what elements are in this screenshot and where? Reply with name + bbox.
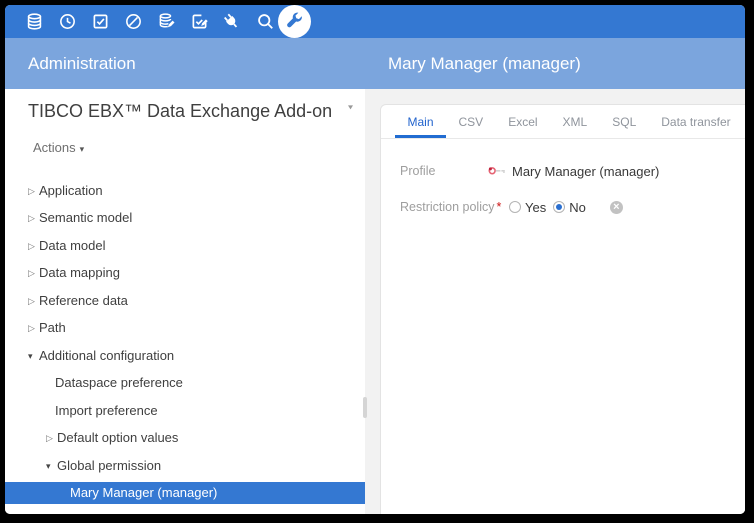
- tree-item-mary-manager-manager[interactable]: Mary Manager (manager): [5, 482, 365, 504]
- top-toolbar: [5, 5, 745, 38]
- wrench-button[interactable]: [278, 5, 311, 38]
- caret-collapsed-icon[interactable]: ▷: [46, 427, 57, 449]
- key-icon: [487, 164, 507, 178]
- tree-item-label: Dataspace preference: [55, 375, 183, 390]
- clear-selection-button[interactable]: ×: [610, 201, 623, 214]
- content-region: MainCSVExcelXMLSQLData transfer Profile …: [380, 89, 745, 514]
- actions-caret-icon: ▾: [80, 144, 85, 154]
- radio-yes-label[interactable]: Yes: [525, 200, 546, 215]
- tab-main[interactable]: Main: [395, 105, 446, 138]
- tree-item-label: Data model: [39, 238, 105, 253]
- tree-item-label: Application: [39, 183, 103, 198]
- tree-item-additional-configuration[interactable]: ▾Additional configuration: [5, 345, 365, 367]
- tab-sql[interactable]: SQL: [600, 105, 649, 138]
- task-check-icon[interactable]: [89, 5, 111, 38]
- tab-excel[interactable]: Excel: [496, 105, 550, 138]
- radio-yes[interactable]: [509, 201, 521, 213]
- tree-item-global-permission[interactable]: ▾Global permission: [5, 455, 365, 477]
- caret-expanded-icon[interactable]: ▾: [46, 455, 57, 477]
- tree-item-label: Additional configuration: [39, 348, 174, 363]
- restriction-policy-label: Restriction policy*: [400, 200, 509, 214]
- content-card: MainCSVExcelXMLSQLData transfer Profile …: [380, 104, 745, 514]
- navigation-tree: ▷Application▷Semantic model▷Data model▷D…: [5, 180, 365, 510]
- tree-item-dataspace-preference[interactable]: Dataspace preference: [5, 372, 365, 394]
- scrollbar-thumb[interactable]: [363, 397, 367, 418]
- app-window: Administration Mary Manager (manager) TI…: [5, 5, 745, 514]
- clock-icon[interactable]: [56, 5, 78, 38]
- tree-item-label: Path: [39, 320, 66, 335]
- search-icon[interactable]: [254, 5, 276, 38]
- caret-collapsed-icon[interactable]: ▷: [28, 262, 39, 284]
- tree-item-label: Default option values: [57, 430, 178, 445]
- caret-collapsed-icon[interactable]: ▷: [28, 235, 39, 257]
- tab-data-transfer[interactable]: Data transfer: [649, 105, 743, 138]
- tree-item-label: Semantic model: [39, 210, 132, 225]
- profile-value: Mary Manager (manager): [512, 164, 659, 179]
- addon-title: TIBCO EBX™ Data Exchange Add-on: [28, 101, 332, 122]
- caret-collapsed-icon[interactable]: ▷: [28, 290, 39, 312]
- tree-item-label: Global permission: [57, 458, 161, 473]
- tree-item-label: Import preference: [55, 403, 158, 418]
- right-panel-title-header: Mary Manager (manager): [388, 54, 581, 74]
- tree-item-data-model[interactable]: ▷Data model: [5, 235, 365, 257]
- profile-label: Profile: [400, 164, 487, 178]
- form-edit-icon[interactable]: [188, 5, 210, 38]
- caret-expanded-icon[interactable]: ▾: [28, 345, 39, 367]
- tree-item-data-mapping[interactable]: ▷Data mapping: [5, 262, 365, 284]
- actions-menu-button[interactable]: Actions▾: [33, 140, 84, 155]
- profile-row: Profile Mary Manager (manager): [381, 160, 745, 182]
- tree-item-label: Mary Manager (manager): [70, 485, 217, 500]
- restriction-policy-row: Restriction policy* Yes No ×: [381, 196, 745, 218]
- dashboard-slash-icon[interactable]: [122, 5, 144, 38]
- tree-item-label: Reference data: [39, 293, 128, 308]
- radio-no[interactable]: [553, 201, 565, 213]
- tree-item-semantic-model[interactable]: ▷Semantic model: [5, 207, 365, 229]
- tree-item-reference-data[interactable]: ▷Reference data: [5, 290, 365, 312]
- navigation-panel: TIBCO EBX™ Data Exchange Add-on ▾ Action…: [5, 89, 365, 514]
- scrollbar-track[interactable]: [365, 89, 380, 514]
- addon-title-caret-icon[interactable]: ▾: [348, 103, 353, 112]
- tree-item-path[interactable]: ▷Path: [5, 317, 365, 339]
- caret-collapsed-icon[interactable]: ▷: [28, 180, 39, 202]
- tab-bar: MainCSVExcelXMLSQLData transfer: [381, 105, 745, 139]
- radio-no-label[interactable]: No: [569, 200, 586, 215]
- left-panel-title-header: Administration: [28, 54, 136, 74]
- tree-item-application[interactable]: ▷Application: [5, 180, 365, 202]
- plug-icon[interactable]: [221, 5, 243, 38]
- caret-collapsed-icon[interactable]: ▷: [28, 317, 39, 339]
- tab-xml[interactable]: XML: [550, 105, 600, 138]
- tree-item-label: Data mapping: [39, 265, 120, 280]
- header-band: Administration Mary Manager (manager): [5, 38, 745, 89]
- tab-csv[interactable]: CSV: [446, 105, 496, 138]
- database-icon[interactable]: [23, 5, 45, 38]
- tree-item-import-preference[interactable]: Import preference: [5, 400, 365, 422]
- tree-item-default-option-values[interactable]: ▷Default option values: [5, 427, 365, 449]
- required-marker: *: [496, 200, 501, 214]
- caret-collapsed-icon[interactable]: ▷: [28, 207, 39, 229]
- record-form: Profile Mary Manager (manager) Restrict: [381, 139, 745, 218]
- database-edit-icon[interactable]: [155, 5, 177, 38]
